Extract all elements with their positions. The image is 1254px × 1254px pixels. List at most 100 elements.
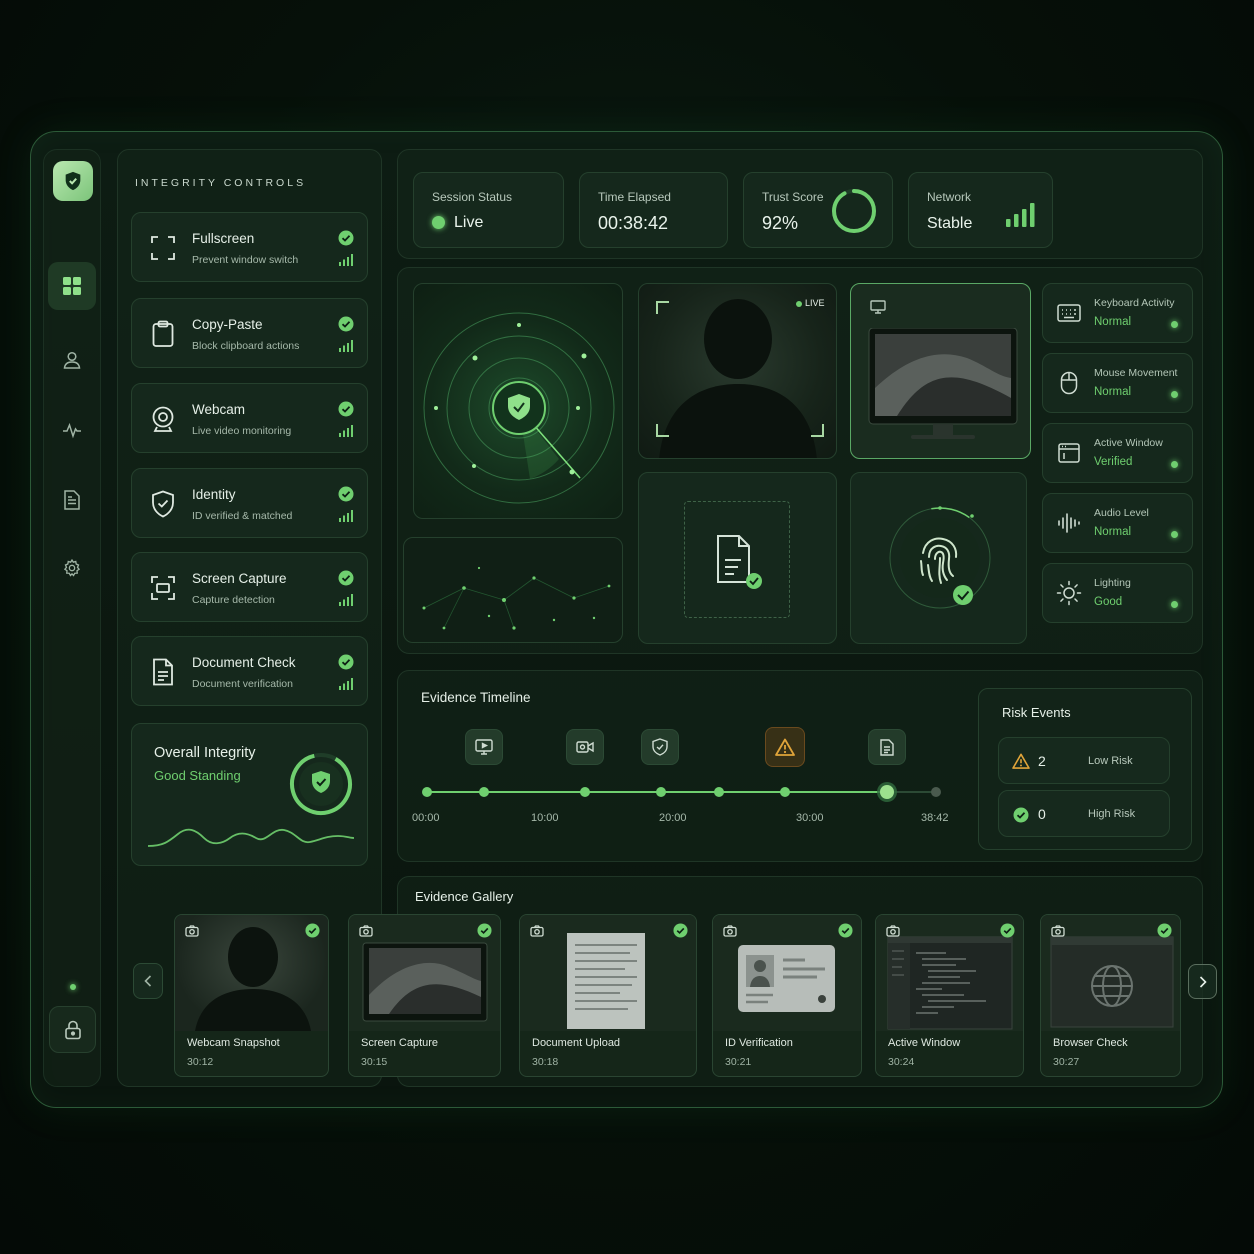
monitor-label: Mouse Movement	[1094, 367, 1178, 379]
control-copy-paste[interactable]: Copy-Paste Block clipboard actions	[131, 298, 368, 368]
camera-icon	[528, 922, 546, 940]
control-desc: Live video monitoring	[192, 425, 292, 437]
control-desc: ID verified & matched	[192, 510, 293, 522]
timeline-event-document[interactable]	[868, 729, 906, 765]
timeline-event-warning[interactable]	[765, 727, 805, 767]
signal-bars-icon	[338, 677, 354, 691]
control-screen-capture[interactable]: Screen Capture Capture detection	[131, 552, 368, 622]
timeline-tick: 10:00	[531, 812, 559, 824]
high-risk-row[interactable]: 0 High Risk	[998, 790, 1170, 837]
radar-graphic	[423, 312, 615, 504]
overall-integrity-status: Good Standing	[154, 768, 241, 783]
monitor-label: Active Window	[1094, 437, 1163, 449]
status-dot	[1171, 461, 1178, 468]
gallery-item-screen-capture[interactable]: Screen Capture 30:15	[348, 914, 501, 1077]
lock-icon	[64, 1020, 81, 1039]
clipboard-icon	[146, 317, 180, 351]
webcam-icon	[146, 402, 180, 436]
gallery-item-time: 30:15	[361, 1056, 388, 1068]
lock-button[interactable]	[49, 1006, 96, 1053]
settings-gear-icon[interactable]	[48, 544, 96, 592]
low-risk-row[interactable]: 2 Low Risk	[998, 737, 1170, 784]
user-icon[interactable]	[48, 336, 96, 384]
time-elapsed-label: Time Elapsed	[598, 190, 671, 204]
gallery-prev-button[interactable]	[133, 963, 163, 999]
integrity-wave	[148, 828, 354, 847]
monitor-icon	[869, 298, 887, 316]
live-indicator-dot	[796, 301, 802, 307]
timeline-event-identity[interactable]	[641, 729, 679, 765]
gallery-item-document-upload[interactable]: Document Upload 30:18	[519, 914, 697, 1077]
check-icon	[338, 230, 354, 246]
control-name: Screen Capture	[192, 571, 287, 586]
status-dot	[1171, 321, 1178, 328]
overall-integrity-title: Overall Integrity	[154, 745, 256, 761]
video-camera-icon	[576, 741, 594, 753]
session-status-label: Session Status	[432, 190, 513, 204]
control-name: Document Check	[192, 655, 296, 670]
high-risk-count: 0	[1038, 806, 1046, 822]
gallery-item-browser-check[interactable]: Browser Check 30:27	[1040, 914, 1181, 1077]
monitor-keyboard: Keyboard Activity Normal	[1042, 283, 1193, 343]
monitor-value: Good	[1094, 596, 1123, 608]
fullscreen-icon	[146, 231, 180, 265]
live-badge: LIVE	[805, 298, 825, 308]
trust-score-value: 92%	[762, 213, 799, 233]
mouse-icon	[1055, 369, 1083, 397]
file-icon[interactable]	[48, 476, 96, 524]
monitor-label: Audio Level	[1094, 507, 1149, 519]
timeline-tick: 30:00	[796, 812, 824, 824]
check-icon	[672, 922, 689, 939]
screen-preview[interactable]	[850, 283, 1031, 459]
check-icon	[338, 401, 354, 417]
gallery-item-time: 30:18	[532, 1056, 559, 1068]
document-icon	[146, 655, 180, 689]
risk-events-title: Risk Events	[1002, 705, 1071, 720]
gallery-next-button[interactable]	[1188, 964, 1217, 999]
monitor-audio: Audio Level Normal	[1042, 493, 1193, 553]
monitor-value: Verified	[1094, 456, 1133, 468]
signal-bars-icon	[338, 509, 354, 523]
gallery-item-time: 30:12	[187, 1056, 214, 1068]
screen-capture-icon	[146, 571, 180, 605]
evidence-gallery-title: Evidence Gallery	[415, 889, 514, 904]
control-identity[interactable]: Identity ID verified & matched	[131, 468, 368, 538]
activity-icon[interactable]	[48, 406, 96, 454]
control-fullscreen[interactable]: Fullscreen Prevent window switch	[131, 212, 368, 282]
screen-monitor-graphic	[868, 328, 1018, 439]
risk-events-card: Risk Events 2 Low Risk 0 High Risk	[978, 688, 1192, 850]
check-icon	[338, 570, 354, 586]
monitor-active-window: Active Window Verified	[1042, 423, 1193, 483]
webcam-feed[interactable]: LIVE	[638, 283, 837, 459]
session-status-card: Session Status Live	[413, 172, 564, 248]
time-elapsed-value: 00:38:42	[598, 213, 669, 233]
particle-visual-card	[403, 537, 623, 643]
monitor-label: Lighting	[1094, 577, 1131, 589]
thumbnail	[520, 915, 696, 1031]
check-icon	[1156, 922, 1173, 939]
timeline-event-screen-record[interactable]	[465, 729, 503, 765]
gallery-item-name: Screen Capture	[361, 1037, 439, 1049]
gallery-item-id-verification[interactable]: ID Verification 30:21	[712, 914, 862, 1077]
document-icon	[880, 738, 894, 756]
check-icon	[837, 922, 854, 939]
monitor-value: Normal	[1094, 316, 1132, 328]
gallery-item-active-window[interactable]: Active Window 30:24	[875, 914, 1024, 1077]
gallery-item-time: 30:21	[725, 1056, 752, 1068]
status-dot	[1171, 601, 1178, 608]
window-icon	[1055, 439, 1083, 467]
timeline-tick: 00:00	[412, 812, 440, 824]
control-webcam[interactable]: Webcam Live video monitoring	[131, 383, 368, 453]
control-document-check[interactable]: Document Check Document verification	[131, 636, 368, 706]
radar-scan-card	[413, 283, 623, 519]
dashboard-icon[interactable]	[48, 262, 96, 310]
overall-integrity-card: Overall Integrity Good Standing	[131, 723, 368, 866]
timeline-event-video[interactable]	[566, 729, 604, 765]
control-desc: Prevent window switch	[192, 254, 299, 266]
check-icon	[476, 922, 493, 939]
timeline-tick: 20:00	[659, 812, 687, 824]
signal-bars-icon	[338, 253, 354, 267]
gallery-item-webcam-snapshot[interactable]: Webcam Snapshot 30:12	[174, 914, 329, 1077]
trust-score-label: Trust Score	[762, 190, 824, 204]
monitor-mouse: Mouse Movement Normal	[1042, 353, 1193, 413]
